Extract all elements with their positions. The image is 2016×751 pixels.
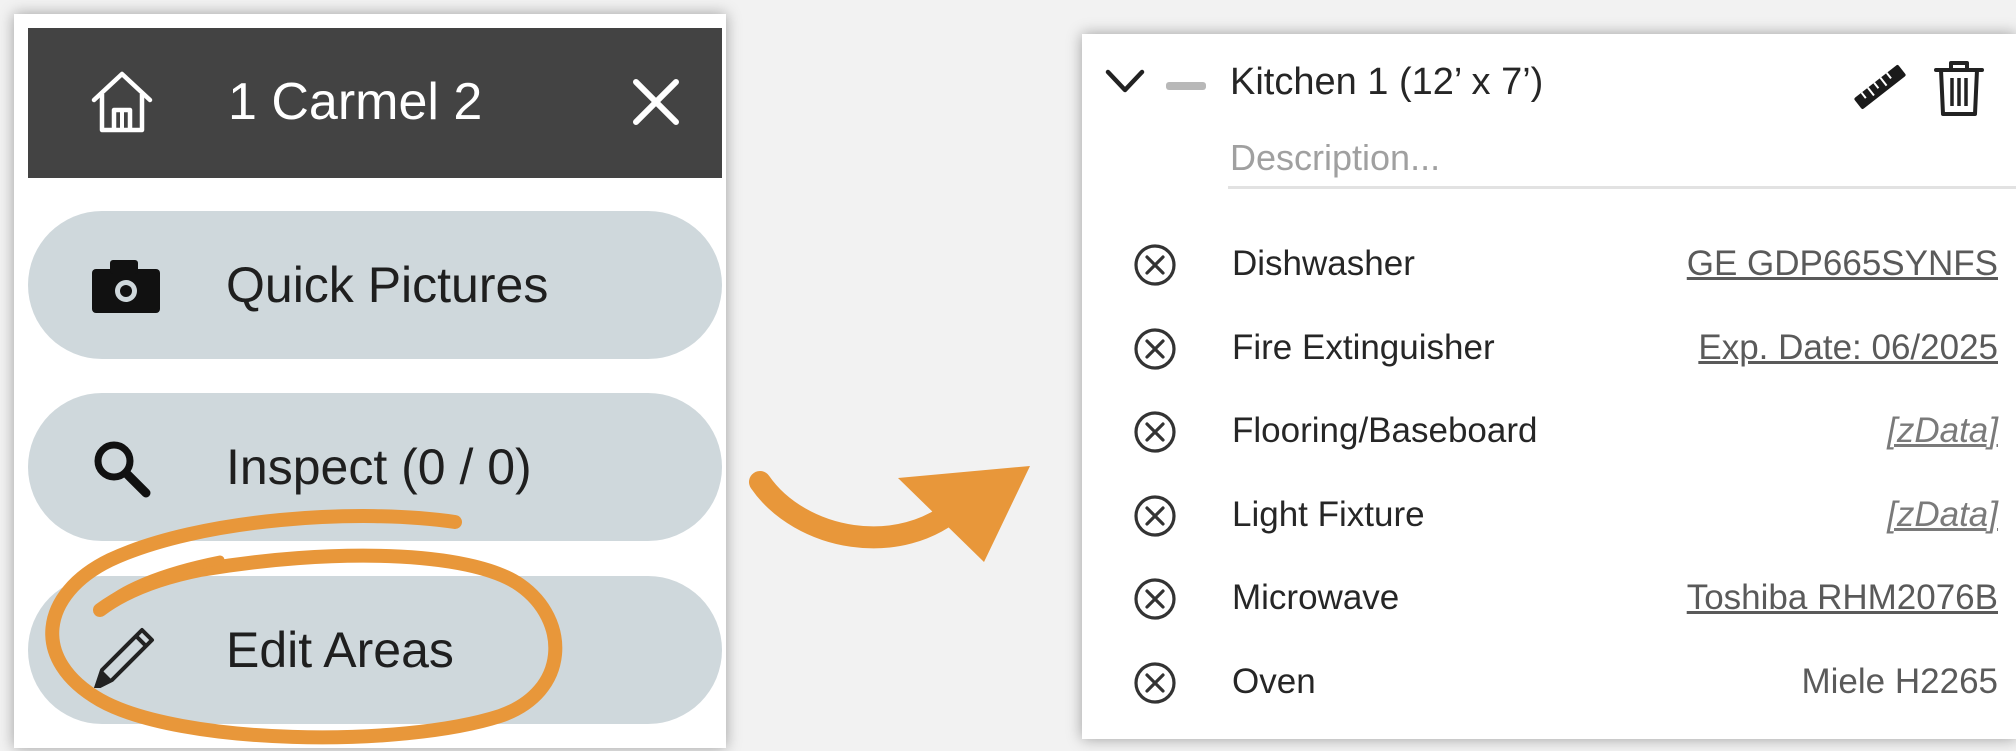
area-item-value[interactable]: Toshiba RHM2076B <box>1687 574 1998 622</box>
menu-header: 1 Carmel 2 <box>28 28 722 178</box>
area-title: Kitchen 1 (12’ x 7’) <box>1230 61 1544 103</box>
remove-circle-icon[interactable] <box>1132 409 1178 455</box>
curved-arrow <box>749 466 1030 562</box>
chevron-down-icon[interactable] <box>1104 66 1146 96</box>
area-item-value[interactable]: GE GDP665SYNFS <box>1687 240 1998 288</box>
area-item-row: Flooring/Baseboard [zData] <box>1082 397 2016 467</box>
minus-icon[interactable] <box>1166 82 1206 90</box>
home-icon[interactable] <box>90 66 154 136</box>
ruler-icon[interactable] <box>1850 62 1910 112</box>
quick-pictures-label: Quick Pictures <box>226 257 549 313</box>
area-item-name: Fire Extinguisher <box>1232 327 1495 367</box>
area-item-value[interactable]: Miele H2265 <box>1802 658 1999 706</box>
area-item-name: Flooring/Baseboard <box>1232 411 1538 450</box>
remove-circle-icon[interactable] <box>1132 493 1178 539</box>
quick-pictures-button[interactable]: Quick Pictures <box>28 211 722 359</box>
area-item-name: Light Fixture <box>1232 494 1425 534</box>
menu-title: 1 Carmel 2 <box>228 73 483 131</box>
area-item-row: Microwave Toshiba RHM2076B <box>1082 564 2016 634</box>
edit-areas-label: Edit Areas <box>226 622 454 678</box>
pencil-icon <box>94 628 154 688</box>
search-icon <box>94 441 151 498</box>
area-item-name: Microwave <box>1232 578 1400 617</box>
area-item-row: Light Fixture [zData] <box>1082 481 2016 551</box>
remove-circle-icon[interactable] <box>1132 326 1178 372</box>
area-item-value[interactable]: [zData] <box>1887 407 1998 455</box>
camera-icon <box>92 260 160 313</box>
inspect-button[interactable]: Inspect (0 / 0) <box>28 393 722 541</box>
area-panel: Kitchen 1 (12’ x 7’) Dishwasher GE GDP665… <box>1082 34 2016 739</box>
description-input[interactable] <box>1228 130 2016 189</box>
area-item-name: Dishwasher <box>1232 244 1415 283</box>
area-item-row: Dishwasher GE GDP665SYNFS <box>1082 230 2016 300</box>
area-item-row: Fire Extinguisher Exp. Date: 06/2025 <box>1082 314 2016 384</box>
remove-circle-icon[interactable] <box>1132 242 1178 288</box>
area-item-value[interactable]: [zData] <box>1887 491 1998 539</box>
area-item-name: Oven <box>1232 661 1316 701</box>
remove-circle-icon[interactable] <box>1132 576 1178 622</box>
menu-panel: 1 Carmel 2 Quick Pictures Inspect (0 / 0… <box>14 14 726 748</box>
area-item-row: Oven Miele H2265 <box>1082 648 2016 718</box>
edit-areas-button[interactable]: Edit Areas <box>28 576 722 724</box>
area-item-value[interactable]: Exp. Date: 06/2025 <box>1698 324 1998 372</box>
remove-circle-icon[interactable] <box>1132 660 1178 706</box>
close-icon[interactable] <box>628 74 684 130</box>
inspect-label: Inspect (0 / 0) <box>226 439 532 495</box>
trash-icon[interactable] <box>1932 58 1986 118</box>
